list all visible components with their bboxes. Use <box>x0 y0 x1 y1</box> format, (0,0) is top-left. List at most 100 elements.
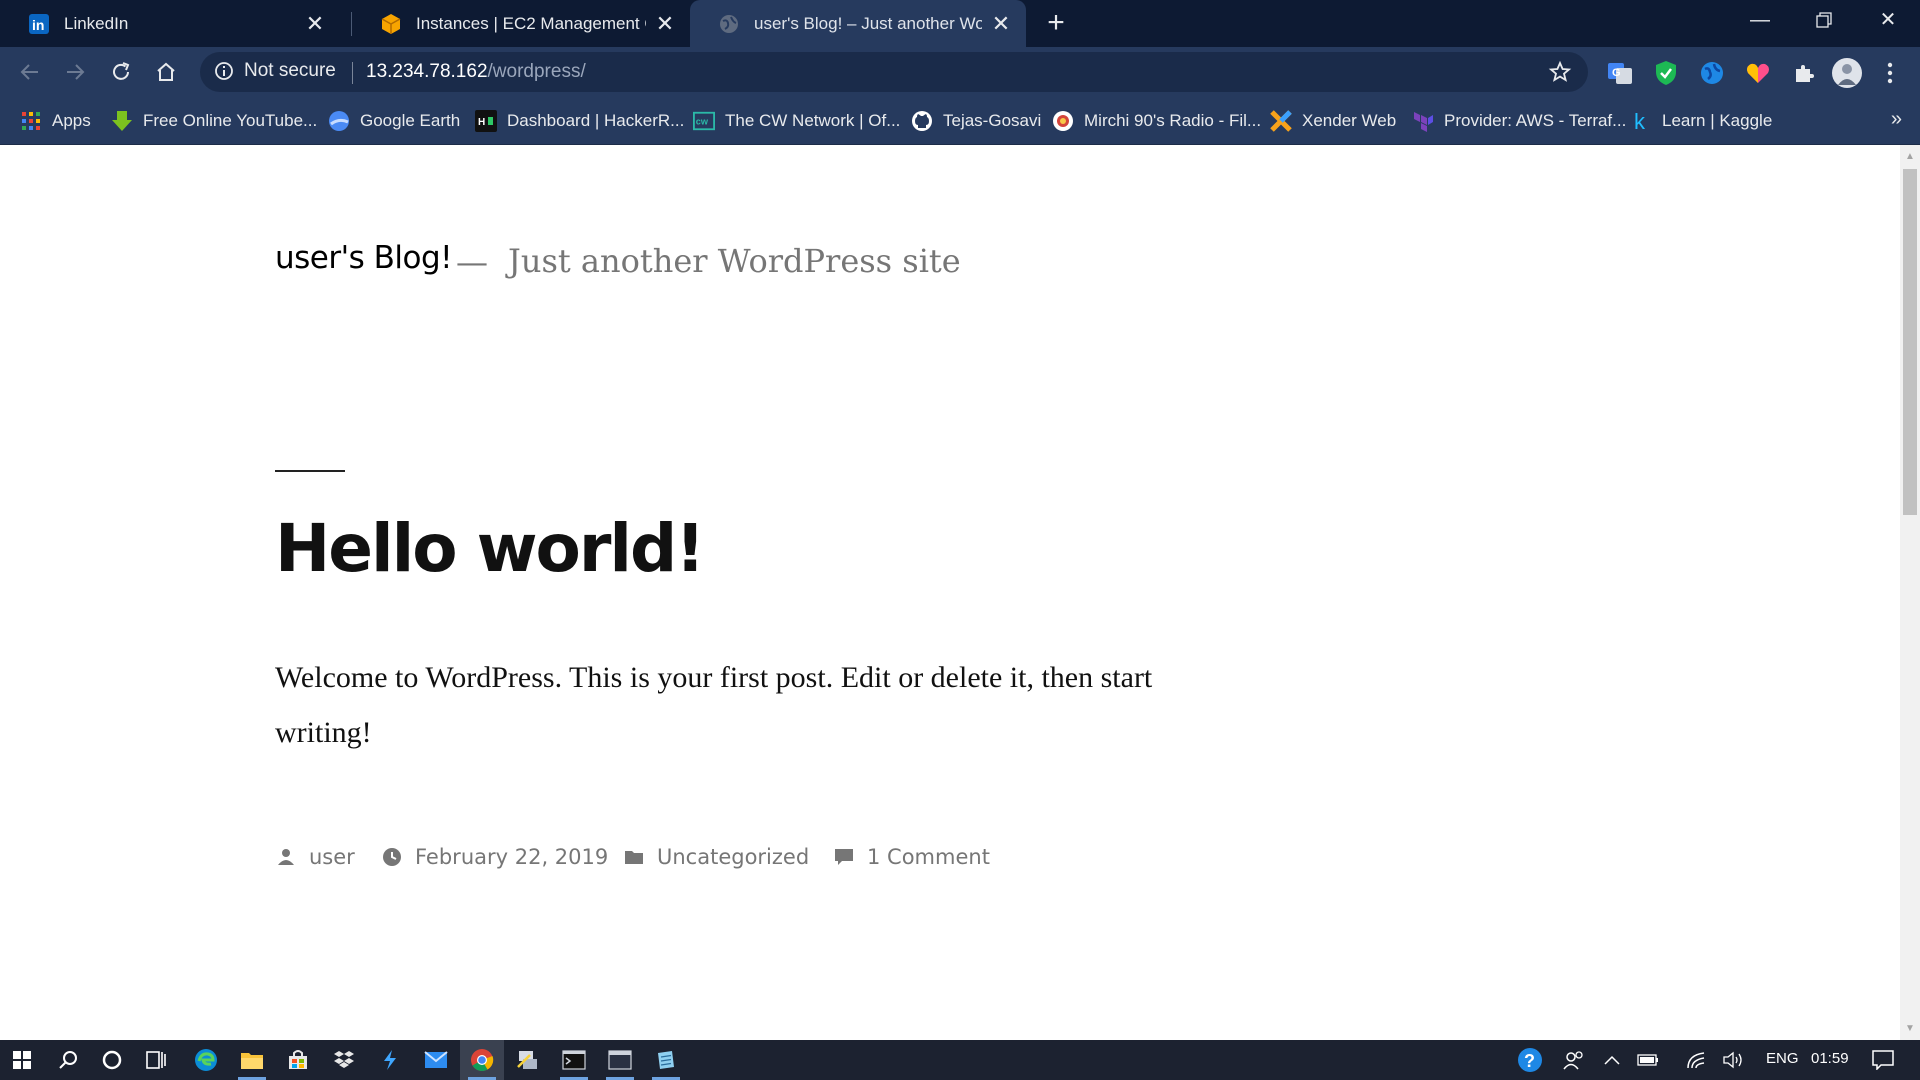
taskbar-vscode-alt[interactable] <box>368 1040 412 1080</box>
close-icon[interactable]: ✕ <box>304 12 326 35</box>
user-icon <box>275 846 297 868</box>
show-hidden-icons-chevron-icon[interactable] <box>1596 1040 1628 1080</box>
post-category[interactable]: Uncategorized <box>623 842 809 872</box>
address-bar[interactable]: Not secure 13.234.78.162/wordpress/ <box>200 52 1588 92</box>
help-tray-icon[interactable]: ? <box>1508 1040 1552 1080</box>
bookmark-kaggle[interactable]: k Learn | Kaggle <box>1630 108 1772 134</box>
bolt-icon <box>384 1050 396 1070</box>
post-comments[interactable]: 1 Comment <box>833 842 990 872</box>
site-info-button[interactable]: Not secure <box>214 60 336 82</box>
putty-icon <box>517 1051 537 1069</box>
bookmark-youtube-converter[interactable]: Free Online YouTube... <box>111 108 317 134</box>
bookmark-label: Learn | Kaggle <box>1662 111 1773 130</box>
close-icon[interactable]: ✕ <box>654 12 676 35</box>
scrollbar-thumb[interactable] <box>1903 169 1917 515</box>
folder-icon <box>241 1053 263 1069</box>
clock-time[interactable]: 01:59 <box>1811 1050 1849 1067</box>
site-title-separator: — <box>456 243 488 281</box>
tab-title: Instances | EC2 Management Console <box>416 13 646 33</box>
site-title[interactable]: user's Blog! <box>275 240 453 276</box>
tab-linkedin[interactable]: in LinkedIn ✕ <box>0 0 340 47</box>
avatar[interactable] <box>1830 56 1864 90</box>
post-date[interactable]: February 22, 2019 <box>381 842 608 872</box>
bookmark-label: Apps <box>52 111 91 130</box>
bookmark-mirchi-radio[interactable]: Mirchi 90's Radio - Fil... <box>1052 108 1261 134</box>
url-path: /wordpress/ <box>487 61 586 82</box>
bookmark-apps[interactable]: Apps <box>20 108 91 134</box>
taskbar-chrome[interactable] <box>460 1040 504 1080</box>
bookmark-cw-network[interactable]: cw The CW Network | Of... <box>693 108 900 134</box>
taskbar-window[interactable] <box>598 1040 642 1080</box>
bookmark-github[interactable]: Tejas-Gosavi <box>911 108 1041 134</box>
bookmark-hackerrank[interactable]: H Dashboard | HackerR... <box>475 108 684 134</box>
search-button[interactable] <box>46 1040 90 1080</box>
reload-icon <box>113 62 130 80</box>
tab-ec2[interactable]: Instances | EC2 Management Console ✕ <box>352 0 690 47</box>
language-indicator[interactable]: ENG <box>1766 1050 1799 1067</box>
heart-extension-icon[interactable] <box>1744 59 1772 87</box>
chrome-icon <box>471 1049 494 1071</box>
menu-kebab-icon[interactable] <box>1876 59 1904 87</box>
scroll-up-icon[interactable]: ▲ <box>1904 151 1916 163</box>
close-icon[interactable]: ✕ <box>990 12 1012 35</box>
bookmark-terraform[interactable]: Provider: AWS - Terraf... <box>1412 108 1626 134</box>
cortana-button[interactable] <box>90 1040 134 1080</box>
apps-grid-icon <box>20 110 42 132</box>
svg-text:H: H <box>478 117 485 128</box>
github-icon <box>911 110 933 132</box>
extensions-puzzle-icon[interactable] <box>1790 59 1818 87</box>
tab-wordpress[interactable]: user's Blog! – Just another WordPress si… <box>690 0 1026 47</box>
bookmarks-overflow-chevron-icon[interactable]: » <box>1891 108 1902 131</box>
bookmark-xender[interactable]: Xender Web <box>1270 108 1396 134</box>
start-button[interactable] <box>0 1040 44 1080</box>
action-center-button[interactable] <box>1858 1040 1908 1080</box>
dropbox-icon <box>334 1051 354 1068</box>
tab-title: user's Blog! – Just another WordPress si… <box>754 13 982 33</box>
terraform-icon <box>1412 110 1434 132</box>
bookmark-label: Google Earth <box>360 111 461 130</box>
new-tab-button[interactable]: + <box>1040 8 1072 40</box>
task-view-button[interactable] <box>134 1040 178 1080</box>
restore-button[interactable] <box>1792 0 1856 40</box>
arrow-left-icon <box>20 64 38 80</box>
taskbar-store[interactable] <box>276 1040 320 1080</box>
windows-logo-icon <box>13 1051 31 1069</box>
bookmark-star-icon[interactable] <box>1548 60 1572 84</box>
post-title[interactable]: Hello world! <box>275 510 705 587</box>
shield-extension-icon[interactable] <box>1652 59 1680 87</box>
google-translate-icon[interactable]: G <box>1606 59 1634 87</box>
scroll-down-icon[interactable]: ▼ <box>1904 1023 1916 1035</box>
xender-icon <box>1270 110 1292 132</box>
taskbar-file-explorer[interactable] <box>230 1040 274 1080</box>
minimize-button[interactable]: — <box>1728 0 1792 40</box>
arrow-right-icon <box>67 64 85 80</box>
wifi-icon[interactable] <box>1678 1040 1714 1080</box>
battery-icon[interactable] <box>1630 1040 1666 1080</box>
post-author[interactable]: user <box>275 842 355 872</box>
reload-button[interactable] <box>103 54 139 90</box>
back-button[interactable] <box>12 54 48 90</box>
search-icon <box>59 1051 77 1069</box>
close-window-button[interactable]: ✕ <box>1856 0 1920 40</box>
page-scrollbar[interactable]: ▲ ▼ <box>1900 145 1920 1040</box>
bookmark-google-earth[interactable]: Google Earth <box>328 108 460 134</box>
folder-icon <box>623 846 645 868</box>
taskbar-mail[interactable] <box>414 1040 458 1080</box>
bookmark-label: Xender Web <box>1302 111 1397 130</box>
taskbar-dropbox[interactable] <box>322 1040 366 1080</box>
taskbar-putty[interactable] <box>506 1040 550 1080</box>
vpn-globe-icon[interactable] <box>1698 59 1726 87</box>
bookmark-label: Dashboard | HackerR... <box>507 111 685 130</box>
taskbar-notepad[interactable] <box>644 1040 688 1080</box>
taskbar-terminal[interactable] <box>552 1040 596 1080</box>
taskbar-edge[interactable] <box>184 1040 228 1080</box>
volume-icon[interactable] <box>1716 1040 1752 1080</box>
aws-icon <box>380 13 402 35</box>
info-icon <box>215 62 233 80</box>
url-text[interactable]: 13.234.78.162/wordpress/ <box>366 61 586 83</box>
people-tray-icon[interactable] <box>1552 1040 1596 1080</box>
home-button[interactable] <box>148 54 184 90</box>
forward-button[interactable] <box>57 54 93 90</box>
bookmark-label: Tejas-Gosavi <box>943 111 1042 130</box>
browser-toolbar: Not secure 13.234.78.162/wordpress/ G <box>0 47 1920 98</box>
